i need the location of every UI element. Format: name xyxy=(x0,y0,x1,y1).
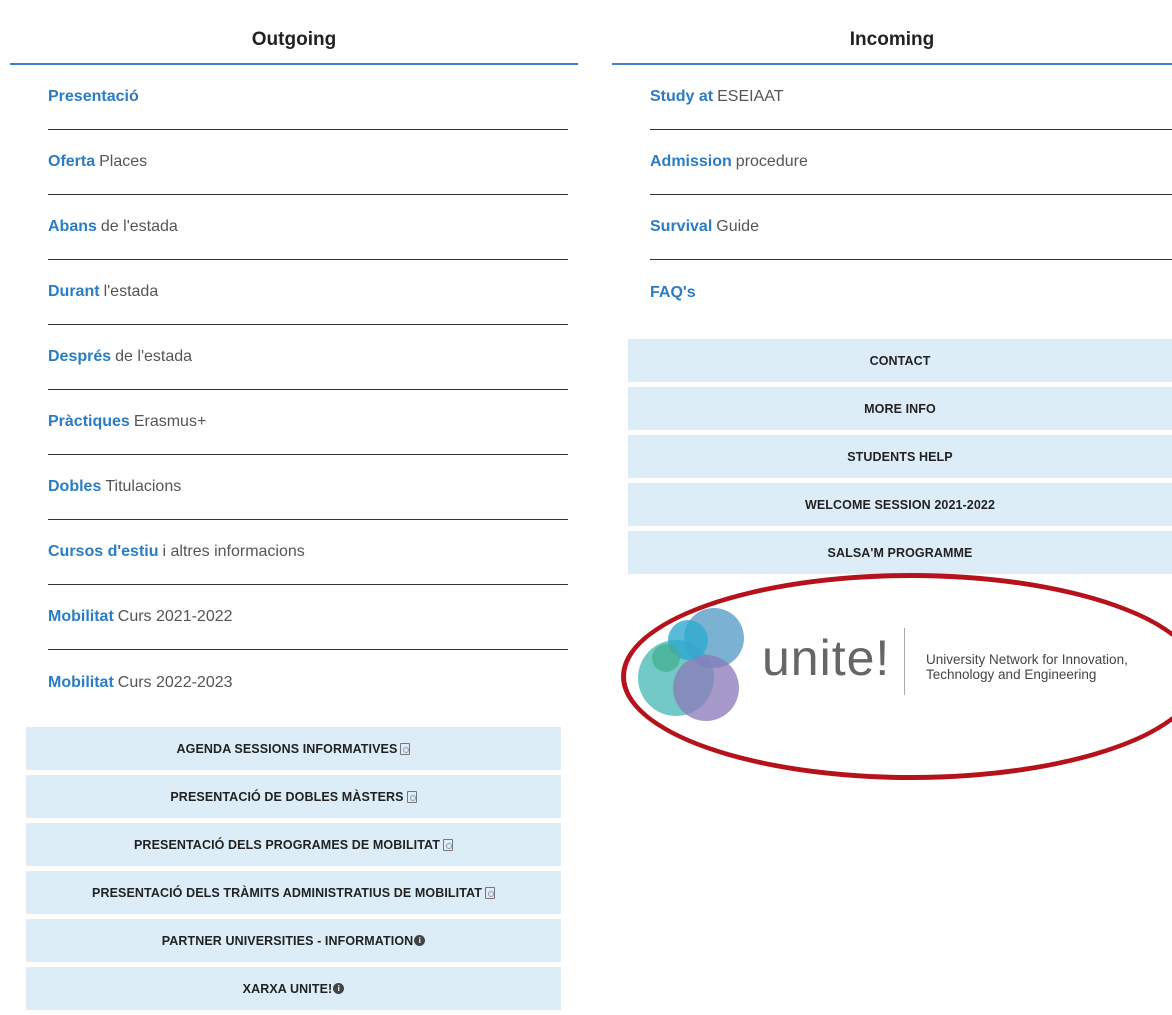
link-keyword: Pràctiques xyxy=(48,413,130,430)
link-presentacio[interactable]: Presentació xyxy=(48,65,568,130)
tagline-line-1: University Network for Innovation, xyxy=(926,652,1128,667)
unite-logo[interactable]: unite! University Network for Innovation… xyxy=(621,573,1172,780)
button-label: XARXA UNITE! xyxy=(242,981,333,996)
link-rest: ESEIAAT xyxy=(717,88,784,105)
link-mobilitat-2021[interactable]: Mobilitat Curs 2021-2022 xyxy=(48,585,568,650)
welcome-session-button[interactable]: WELCOME SESSION 2021-2022 xyxy=(628,483,1172,526)
link-keyword: Abans xyxy=(48,218,97,235)
link-rest: de l'estada xyxy=(115,348,193,365)
link-rest: Erasmus+ xyxy=(133,413,207,430)
link-keyword: Oferta xyxy=(48,153,96,170)
link-keyword: FAQ's xyxy=(650,283,696,301)
partner-universities-button[interactable]: PARTNER UNIVERSITIES - INFORMATION i xyxy=(26,919,561,962)
incoming-link-list: Study at ESEIAAT Admission procedure Survi… xyxy=(612,65,1172,325)
link-rest: de l'estada xyxy=(100,218,178,235)
button-label: PRESENTACIÓ DE DOBLES MÀSTERS xyxy=(170,789,404,804)
link-survival-guide[interactable]: Survival Guide xyxy=(650,195,1172,260)
info-icon: i xyxy=(414,935,426,946)
link-oferta-places[interactable]: Oferta Places xyxy=(48,130,568,195)
tramits-administratius-button[interactable]: PRESENTACIÓ DELS TRÀMITS ADMINISTRATIUS … xyxy=(26,871,561,914)
pdf-icon xyxy=(406,790,417,803)
outgoing-title: Outgoing xyxy=(10,0,578,65)
link-keyword: Study at xyxy=(650,88,714,105)
link-rest: procedure xyxy=(735,153,808,170)
incoming-button-list: CONTACT MORE INFO STUDENTS HELP WELCOME … xyxy=(628,339,1172,579)
link-faqs[interactable]: FAQ's xyxy=(650,260,1172,325)
link-keyword: Durant xyxy=(48,283,100,300)
more-info-button[interactable]: MORE INFO xyxy=(628,387,1172,430)
agenda-sessions-button[interactable]: AGENDA SESSIONS INFORMATIVES xyxy=(26,727,561,770)
outgoing-button-list: AGENDA SESSIONS INFORMATIVES PRESENTACIÓ… xyxy=(26,727,561,1015)
programes-mobilitat-button[interactable]: PRESENTACIÓ DELS PROGRAMES DE MOBILITAT xyxy=(26,823,561,866)
link-practiques-erasmus[interactable]: Pràctiques Erasmus+ xyxy=(48,390,568,455)
link-dobles-titulacions[interactable]: Dobles Titulacions xyxy=(48,455,568,520)
button-label: PARTNER UNIVERSITIES - INFORMATION xyxy=(161,933,414,948)
link-cursos-estiu[interactable]: Cursos d'estiu i altres informacions xyxy=(48,520,568,585)
dobles-masters-button[interactable]: PRESENTACIÓ DE DOBLES MÀSTERS xyxy=(26,775,561,818)
link-rest: Curs 2021-2022 xyxy=(117,608,233,625)
incoming-column: Incoming Study at ESEIAAT Admission proced… xyxy=(612,0,1172,780)
unite-tagline: University Network for Innovation, Techn… xyxy=(926,652,1128,682)
link-rest: Places xyxy=(99,153,148,170)
link-keyword: Després xyxy=(48,348,112,365)
students-help-button[interactable]: STUDENTS HELP xyxy=(628,435,1172,478)
incoming-title: Incoming xyxy=(612,0,1172,65)
link-keyword: Dobles xyxy=(48,478,102,495)
salsam-programme-button[interactable]: SALSA'M PROGRAMME xyxy=(628,531,1172,574)
link-rest: Curs 2022-2023 xyxy=(117,673,233,691)
link-despres-estada[interactable]: Després de l'estada xyxy=(48,325,568,390)
unite-wordmark: unite! xyxy=(762,630,891,686)
link-rest: l'estada xyxy=(103,283,159,300)
link-keyword: Cursos d'estiu xyxy=(48,543,159,560)
link-durant-estada[interactable]: Durant l'estada xyxy=(48,260,568,325)
link-rest: Guide xyxy=(716,218,759,235)
link-keyword: Mobilitat xyxy=(48,673,114,691)
link-rest: i altres informacions xyxy=(162,543,305,560)
button-label: PRESENTACIÓ DELS PROGRAMES DE MOBILITAT xyxy=(134,837,440,852)
tagline-line-2: Technology and Engineering xyxy=(926,667,1097,682)
outgoing-link-list: Presentació Oferta Places Abans de l'estad… xyxy=(10,65,578,715)
link-keyword: Mobilitat xyxy=(48,608,114,625)
link-study-at-eseiaat[interactable]: Study at ESEIAAT xyxy=(650,65,1172,130)
link-keyword: Presentació xyxy=(48,88,139,105)
info-icon: i xyxy=(333,983,345,994)
button-label: PRESENTACIÓ DELS TRÀMITS ADMINISTRATIUS … xyxy=(92,885,482,900)
link-mobilitat-2022[interactable]: Mobilitat Curs 2022-2023 xyxy=(48,650,568,715)
link-rest: Titulacions xyxy=(105,478,182,495)
link-keyword: Admission xyxy=(650,153,732,170)
link-keyword: Survival xyxy=(650,218,713,235)
outgoing-column: Outgoing Presentació Oferta Places Abans d… xyxy=(10,0,578,1010)
button-label: AGENDA SESSIONS INFORMATIVES xyxy=(176,741,398,756)
link-admission-procedure[interactable]: Admission procedure xyxy=(650,130,1172,195)
pdf-icon xyxy=(484,886,495,899)
pdf-icon xyxy=(400,742,411,755)
pdf-icon xyxy=(443,838,453,851)
link-abans-estada[interactable]: Abans de l'estada xyxy=(48,195,568,260)
unite-circles-icon xyxy=(638,608,744,721)
contact-button[interactable]: CONTACT xyxy=(628,339,1172,382)
logo-divider xyxy=(904,628,905,695)
xarxa-unite-button[interactable]: XARXA UNITE! i xyxy=(26,967,561,1010)
